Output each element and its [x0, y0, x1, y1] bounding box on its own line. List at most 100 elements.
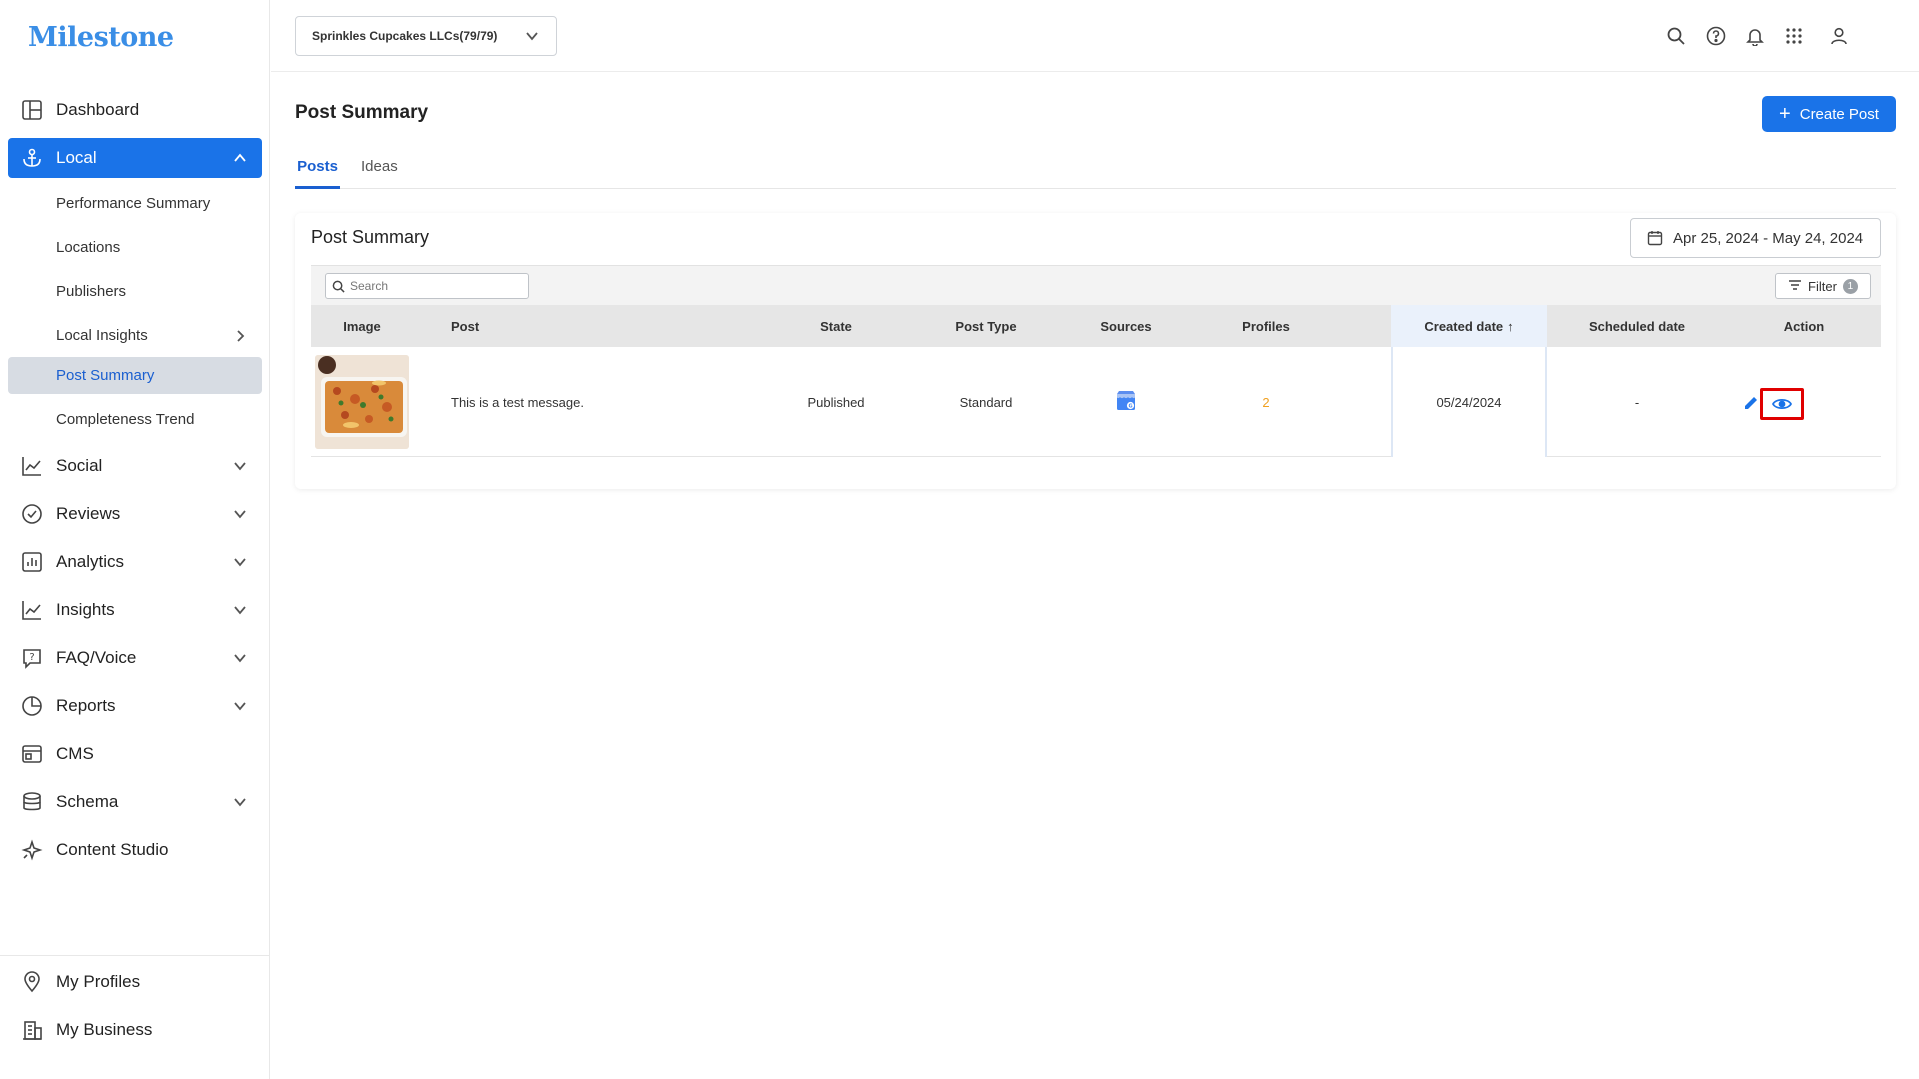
column-header-image[interactable]: Image	[311, 305, 413, 347]
svg-text:G: G	[1128, 403, 1132, 409]
sidebar-item-label: CMS	[56, 744, 94, 763]
sidebar-item-label: Reports	[56, 696, 116, 715]
create-post-label: Create Post	[1799, 105, 1879, 123]
chevron-down-icon	[230, 504, 250, 524]
edit-icon[interactable]	[1741, 393, 1761, 413]
sidebar-item-insights[interactable]: Insights	[8, 590, 262, 630]
cell-created-date: 05/24/2024	[1391, 347, 1547, 457]
sidebar: Milestone Dashboard Local Performance Su…	[0, 0, 270, 1079]
organization-select[interactable]: Sprinkles Cupcakes LLCs(79/79)	[295, 16, 557, 56]
milestone-logo[interactable]: Milestone	[28, 22, 174, 53]
line-chart-icon	[20, 454, 44, 478]
column-header-post-type[interactable]: Post Type	[911, 305, 1061, 347]
table-search[interactable]	[325, 273, 529, 299]
sort-ascending-icon: ↑	[1507, 318, 1514, 334]
bell-icon[interactable]	[1743, 24, 1767, 48]
sidebar-item-label: Insights	[56, 600, 115, 619]
sidebar-item-my-profiles[interactable]: My Profiles	[8, 962, 262, 1002]
sidebar-item-label: FAQ/Voice	[56, 648, 137, 667]
chevron-down-icon	[230, 600, 250, 620]
table-row: This is a test message. Published Standa…	[311, 347, 1881, 457]
svg-text:?: ?	[29, 652, 34, 663]
tab-ideas[interactable]: Ideas	[361, 155, 398, 189]
sidebar-subitem-post-summary[interactable]: Post Summary	[8, 357, 262, 394]
filter-icon	[1788, 279, 1802, 294]
apps-grid-icon[interactable]	[1782, 24, 1806, 48]
column-header-post[interactable]: Post	[451, 305, 651, 347]
help-icon[interactable]	[1704, 24, 1728, 48]
column-header-sources[interactable]: Sources	[1061, 305, 1191, 347]
sidebar-item-content-studio[interactable]: Content Studio	[8, 830, 262, 870]
chevron-down-icon	[230, 648, 250, 668]
cell-scheduled-date: -	[1634, 394, 1640, 410]
sidebar-item-local[interactable]: Local	[8, 138, 262, 178]
cms-icon	[20, 742, 44, 766]
tab-bar: Posts Ideas	[295, 155, 1896, 189]
sidebar-subitem-completeness-trend[interactable]: Completeness Trend	[8, 401, 262, 438]
chevron-down-icon	[230, 696, 250, 716]
cell-sources: G	[1061, 347, 1191, 457]
sidebar-item-schema[interactable]: Schema	[8, 782, 262, 822]
create-post-button[interactable]: + Create Post	[1762, 96, 1896, 132]
faq-icon: ?	[20, 646, 44, 670]
organization-select-value: Sprinkles Cupcakes LLCs(79/79)	[312, 29, 498, 43]
tab-posts[interactable]: Posts	[295, 155, 340, 189]
search-icon[interactable]	[1664, 24, 1688, 48]
sidebar-item-dashboard[interactable]: Dashboard	[8, 90, 262, 130]
sidebar-item-analytics[interactable]: Analytics	[8, 542, 262, 582]
date-range-picker[interactable]: Apr 25, 2024 - May 24, 2024	[1630, 218, 1881, 258]
filter-button[interactable]: Filter 1	[1775, 273, 1871, 299]
sidebar-subitem-publishers[interactable]: Publishers	[8, 273, 262, 310]
sidebar-item-social[interactable]: Social	[8, 446, 262, 486]
page-title: Post Summary	[295, 102, 429, 123]
filter-count-badge: 1	[1842, 278, 1858, 294]
table-header: Image Post State Post Type Sources Profi…	[311, 305, 1881, 347]
subitem-label: Local Insights	[56, 327, 148, 344]
post-thumbnail[interactable]	[315, 355, 409, 449]
sidebar-item-label: Schema	[56, 792, 119, 811]
sidebar-item-my-business[interactable]: My Business	[8, 1010, 262, 1050]
sidebar-subitem-local-insights[interactable]: Local Insights	[8, 317, 262, 354]
cell-state: Published	[807, 394, 865, 410]
table-toolbar: Filter 1	[311, 265, 1881, 305]
cell-image	[311, 347, 413, 457]
chevron-down-icon	[230, 456, 250, 476]
sidebar-item-label: Local	[56, 148, 97, 167]
user-icon[interactable]	[1827, 24, 1851, 48]
sidebar-item-cms[interactable]: CMS	[8, 734, 262, 774]
plus-icon: +	[1779, 103, 1791, 125]
sidebar-item-label: My Profiles	[56, 972, 141, 991]
sidebar-item-reports[interactable]: Reports	[8, 686, 262, 726]
cell-post-type: Standard	[959, 394, 1013, 410]
card-title: Post Summary	[311, 227, 430, 247]
google-business-icon: G	[1114, 389, 1138, 416]
chevron-down-icon	[522, 26, 542, 46]
subitem-label: Locations	[56, 239, 121, 256]
view-eye-icon[interactable]	[1760, 388, 1804, 420]
sidebar-item-label: Analytics	[56, 552, 125, 571]
sparkle-icon	[20, 838, 44, 862]
date-range-value: Apr 25, 2024 - May 24, 2024	[1673, 229, 1864, 247]
bar-chart-icon	[20, 550, 44, 574]
column-header-profiles[interactable]: Profiles	[1191, 305, 1341, 347]
search-icon	[332, 279, 346, 293]
post-summary-card: Post Summary Apr 25, 2024 - May 24, 2024…	[295, 213, 1896, 489]
sidebar-subitem-performance-summary[interactable]: Performance Summary	[8, 185, 262, 222]
column-header-created-date-label: Created date	[1424, 318, 1504, 334]
sidebar-item-faq-voice[interactable]: ? FAQ/Voice	[8, 638, 262, 678]
column-header-created-date[interactable]: Created date ↑	[1391, 305, 1547, 347]
sidebar-subitem-locations[interactable]: Locations	[8, 229, 262, 266]
subitem-label: Performance Summary	[56, 195, 211, 212]
cell-profiles[interactable]: 2	[1191, 347, 1341, 457]
column-header-state[interactable]: State	[761, 305, 911, 347]
filter-label: Filter	[1808, 278, 1837, 294]
sidebar-item-reviews[interactable]: Reviews	[8, 494, 262, 534]
subitem-label: Post Summary	[56, 367, 155, 384]
top-bar: Sprinkles Cupcakes LLCs(79/79)	[271, 0, 1919, 72]
location-pin-icon	[20, 970, 44, 994]
anchor-icon	[20, 146, 44, 170]
chevron-up-icon	[230, 148, 250, 168]
subitem-label: Completeness Trend	[56, 411, 195, 428]
column-header-scheduled-date[interactable]: Scheduled date	[1547, 305, 1727, 347]
search-input[interactable]	[350, 276, 520, 296]
